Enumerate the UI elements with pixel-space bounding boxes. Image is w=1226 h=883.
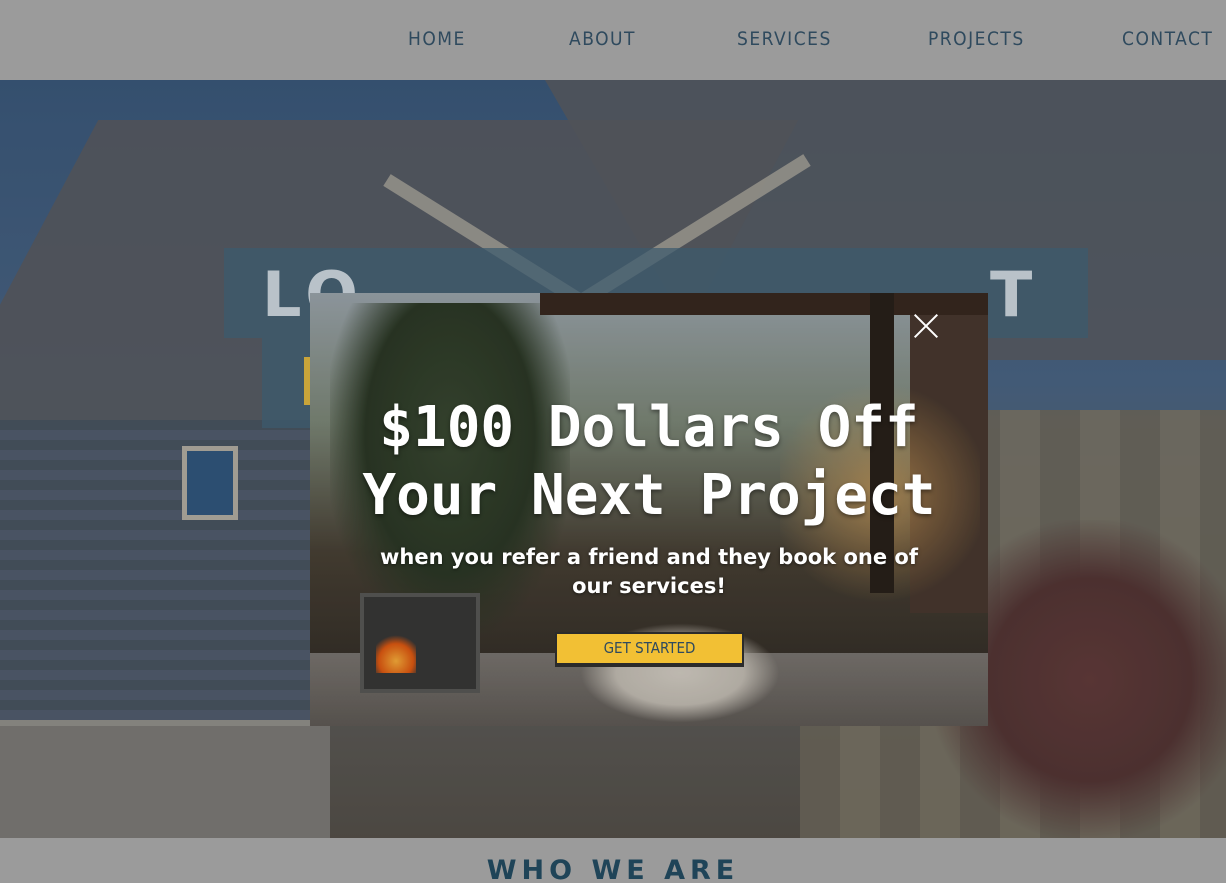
popup-subtitle: when you refer a friend and they book on…	[380, 545, 918, 598]
close-icon[interactable]	[912, 312, 940, 340]
popup-title: $100 Dollars Off Your Next Project	[362, 395, 936, 528]
about-heading: WHO WE ARE	[486, 855, 740, 883]
nav-about[interactable]: ABOUT	[569, 28, 636, 50]
nav-home[interactable]: HOME	[408, 28, 466, 50]
get-started-button[interactable]: GET STARTED	[555, 632, 744, 665]
hero-headline-end: T	[990, 258, 1039, 331]
nav-services[interactable]: SERVICES	[737, 28, 832, 50]
top-navigation: HOME ABOUT SERVICES PROJECTS CONTACT	[0, 0, 1226, 80]
nav-projects[interactable]: PROJECTS	[928, 28, 1025, 50]
nav-contact[interactable]: CONTACT	[1122, 28, 1213, 50]
